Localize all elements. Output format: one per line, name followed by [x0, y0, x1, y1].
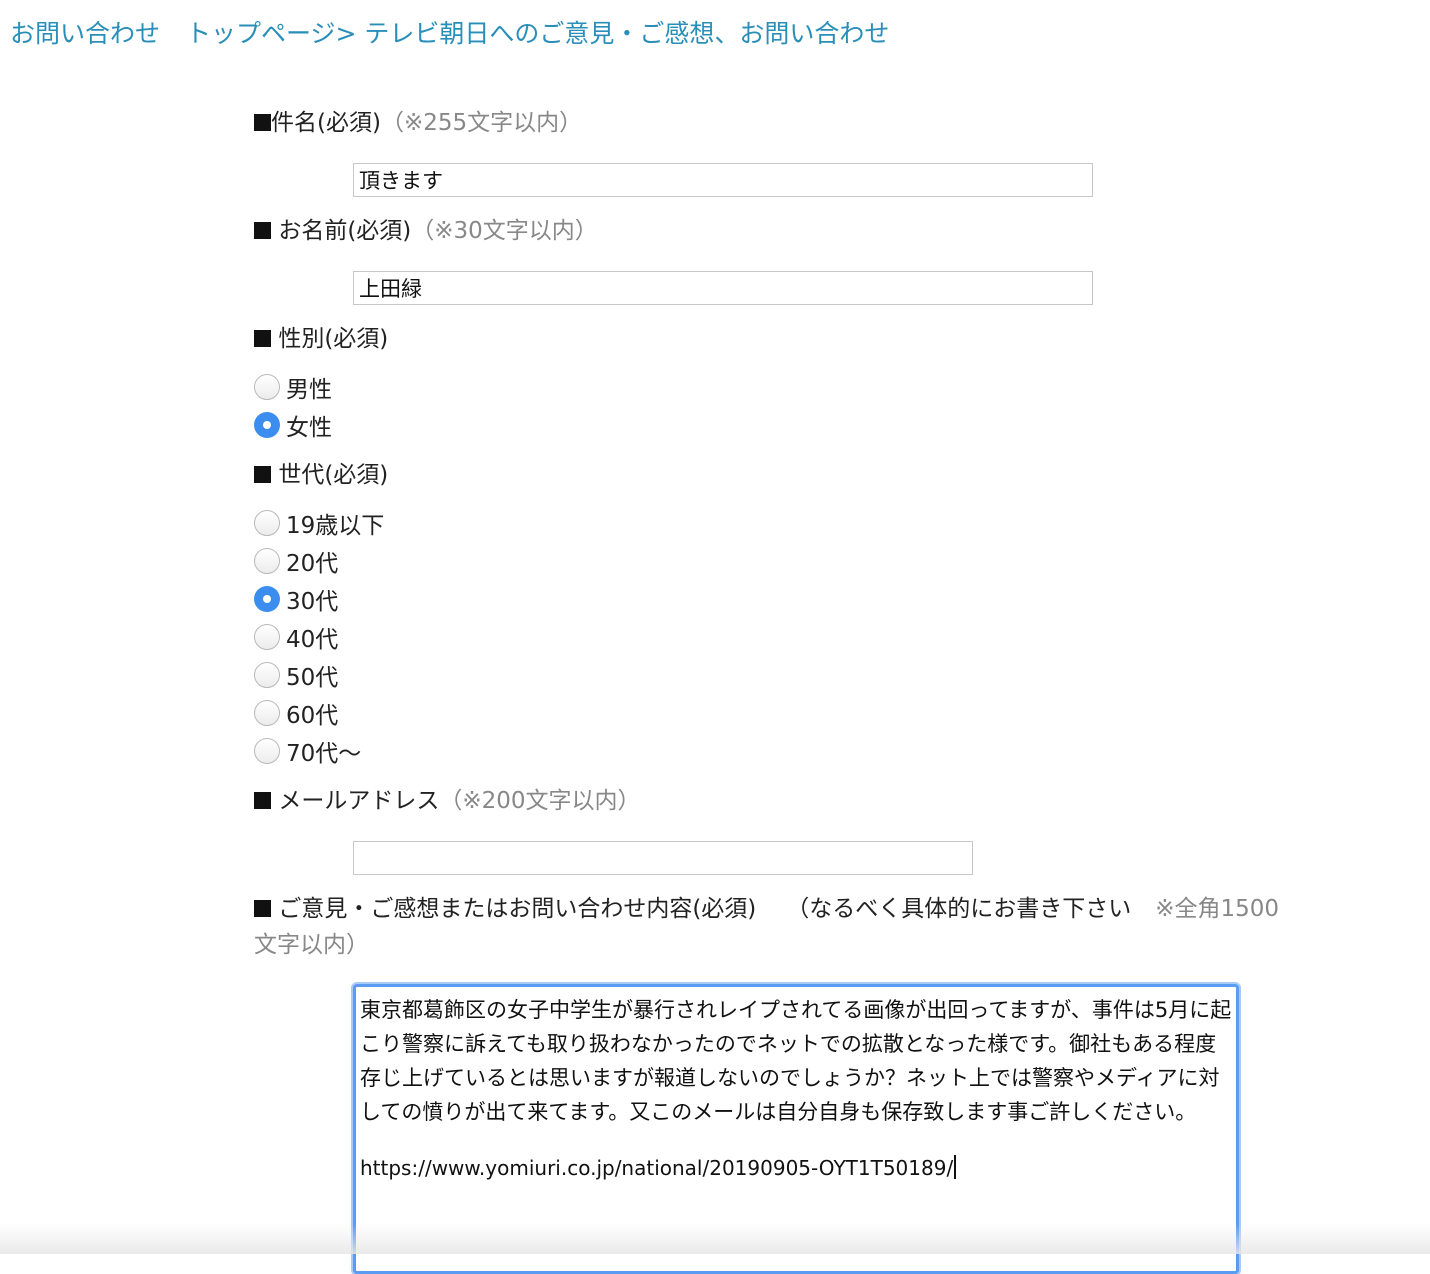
square-bullet-icon: [254, 222, 271, 239]
message-textarea[interactable]: 東京都葛飾区の女子中学生が暴行されレイプされてる画像が出回ってますが、事件は5月…: [353, 984, 1239, 1274]
generation-option-under19[interactable]: 19歳以下: [254, 505, 384, 541]
message-url-line: https://www.yomiuri.co.jp/national/20190…: [360, 1151, 1232, 1185]
message-url-text: https://www.yomiuri.co.jp/national/20190…: [360, 1156, 954, 1180]
radio-button[interactable]: [254, 374, 280, 400]
radio-button[interactable]: [254, 700, 280, 726]
subject-input[interactable]: [353, 163, 1093, 197]
message-body-text: 東京都葛飾区の女子中学生が暴行されレイプされてる画像が出回ってますが、事件は5月…: [360, 998, 1232, 1124]
generation-option-70s-plus[interactable]: 70代〜: [254, 733, 361, 769]
generation-option-50s[interactable]: 50代: [254, 657, 338, 693]
gender-option-female[interactable]: 女性: [254, 407, 332, 443]
square-bullet-icon: [254, 330, 271, 347]
square-bullet-icon: [254, 900, 271, 917]
page-title-link[interactable]: お問い合わせ: [10, 19, 160, 48]
radio-button[interactable]: [254, 662, 280, 688]
generation-option-60s[interactable]: 60代: [254, 695, 338, 731]
radio-button[interactable]: [254, 624, 280, 650]
generation-option-40s[interactable]: 40代: [254, 619, 338, 655]
email-label: メールアドレス（※200文字以内）: [254, 784, 640, 818]
radio-button-checked[interactable]: [254, 412, 280, 438]
breadcrumb-home-link[interactable]: トップページ>: [186, 19, 356, 48]
page-header: お問い合わせ トップページ> テレビ朝日へのご意見・ご感想、お問い合わせ: [10, 16, 889, 52]
square-bullet-icon: [254, 792, 271, 809]
text-caret: [954, 1155, 957, 1179]
square-bullet-icon: [254, 466, 271, 483]
email-input[interactable]: [353, 841, 973, 875]
gender-option-male[interactable]: 男性: [254, 369, 332, 405]
generation-option-20s[interactable]: 20代: [254, 543, 338, 579]
generation-option-30s[interactable]: 30代: [254, 581, 338, 617]
gender-label: 性別(必須): [254, 322, 388, 356]
radio-button[interactable]: [254, 738, 280, 764]
message-label-note: 文字以内）: [254, 932, 369, 958]
square-bullet-icon: [254, 114, 271, 131]
name-input[interactable]: [353, 271, 1093, 305]
breadcrumb-current-link[interactable]: テレビ朝日へのご意見・ご感想、お問い合わせ: [364, 19, 889, 48]
name-label: お名前(必須)（※30文字以内）: [254, 214, 598, 248]
message-label: ご意見・ご感想またはお問い合わせ内容(必須) （なるべく具体的にお書き下さい ※全角…: [254, 892, 1279, 926]
subject-label: 件名(必須)（※255文字以内）: [254, 106, 582, 140]
radio-button-checked[interactable]: [254, 586, 280, 612]
radio-button[interactable]: [254, 548, 280, 574]
generation-label: 世代(必須): [254, 458, 388, 492]
radio-button[interactable]: [254, 510, 280, 536]
